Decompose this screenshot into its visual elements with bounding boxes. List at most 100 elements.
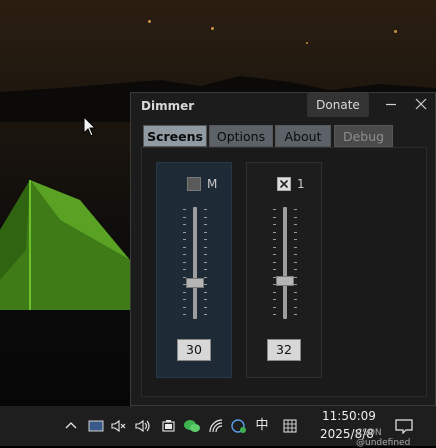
- wifi-icon[interactable]: [208, 418, 224, 434]
- tab-screens[interactable]: Screens: [143, 125, 207, 147]
- slider-tick: [204, 284, 207, 285]
- display-icon[interactable]: [88, 418, 104, 434]
- wechat-icon[interactable]: [182, 418, 202, 434]
- slider-tick: [183, 231, 186, 233]
- slider-tick: [183, 216, 186, 218]
- slider-thumb[interactable]: [186, 278, 204, 289]
- battery-icon[interactable]: [160, 418, 176, 434]
- slider-tick: [204, 261, 207, 263]
- taskbar: 中 11:50:09 2025/8/8 CSDN @undefined: [0, 406, 436, 448]
- slider-tick: [294, 254, 297, 255]
- slider-tick: [183, 254, 186, 255]
- slider-tick: [183, 269, 186, 270]
- screen-card-m[interactable]: M 30: [156, 162, 232, 378]
- slider-tick: [273, 314, 276, 315]
- star: [306, 42, 308, 44]
- tab-about[interactable]: About: [275, 125, 331, 147]
- screen-checkbox[interactable]: [187, 177, 201, 191]
- slider-tick: [183, 224, 186, 225]
- slider-tick: [183, 261, 186, 263]
- slider-tick: [273, 246, 276, 248]
- tab-debug[interactable]: Debug: [334, 125, 393, 147]
- mouse-cursor-icon: [83, 116, 97, 137]
- minimize-icon[interactable]: [383, 96, 399, 112]
- slider-tick: [204, 246, 207, 248]
- slider-tick: [294, 314, 297, 315]
- slider-tick: [204, 291, 207, 293]
- speaker-icon[interactable]: [110, 418, 128, 434]
- network-globe-icon[interactable]: [230, 418, 248, 434]
- screen-label: M: [207, 177, 218, 191]
- slider-tick: [273, 216, 276, 218]
- brightness-value[interactable]: 30: [177, 339, 211, 361]
- window-titlebar[interactable]: Dimmer Donate: [131, 93, 435, 119]
- slider-tick: [204, 306, 207, 308]
- slider-tick: [183, 299, 186, 300]
- brightness-slider[interactable]: [247, 207, 323, 327]
- slider-tick: [273, 254, 276, 255]
- slider-tick: [273, 269, 276, 270]
- star: [394, 30, 397, 33]
- slider-tick: [294, 246, 297, 248]
- slider-tick: [294, 216, 297, 218]
- window-title: Dimmer: [141, 99, 195, 113]
- slider-tick: [294, 299, 297, 300]
- slider-tick: [273, 299, 276, 300]
- slider-tick: [204, 276, 207, 278]
- slider-tick: [204, 224, 207, 225]
- ime-chinese-icon[interactable]: 中: [254, 418, 270, 434]
- slider-tick: [273, 261, 276, 263]
- slider-tick: [273, 224, 276, 225]
- slider-tick: [273, 239, 276, 240]
- screen-checkbox-checked[interactable]: [277, 177, 291, 191]
- slider-tick: [183, 314, 186, 315]
- slider-tick: [273, 209, 276, 210]
- star: [148, 20, 151, 23]
- slider-track[interactable]: [283, 207, 287, 319]
- slider-tick: [204, 239, 207, 240]
- slider-tick: [294, 291, 297, 293]
- dimmer-window: Dimmer Donate Screens Options About Debu…: [130, 92, 436, 406]
- screen-card-1[interactable]: 1 32: [246, 162, 322, 378]
- slider-tick: [183, 291, 186, 293]
- notification-icon[interactable]: [394, 418, 414, 434]
- brightness-slider[interactable]: [157, 207, 233, 327]
- slider-tick: [294, 276, 297, 278]
- slider-tick: [204, 216, 207, 218]
- ime-grid-icon[interactable]: [282, 418, 298, 434]
- slider-tick: [204, 254, 207, 255]
- checkmark-x-icon: [279, 179, 289, 189]
- slider-tick: [204, 314, 207, 315]
- slider-thumb[interactable]: [276, 276, 294, 287]
- slider-tick: [294, 239, 297, 240]
- slider-tick: [273, 306, 276, 308]
- slider-tick: [204, 209, 207, 210]
- slider-tick: [204, 269, 207, 270]
- slider-tick: [183, 209, 186, 210]
- close-icon[interactable]: [413, 96, 429, 112]
- slider-tick: [294, 284, 297, 285]
- slider-tick: [273, 231, 276, 233]
- chevron-up-icon[interactable]: [64, 418, 78, 434]
- slider-tick: [183, 276, 186, 278]
- slider-tick: [183, 306, 186, 308]
- slider-tick: [204, 299, 207, 300]
- slider-tick: [294, 261, 297, 263]
- slider-track[interactable]: [193, 207, 197, 319]
- slider-tick: [294, 209, 297, 210]
- clock-time[interactable]: 11:50:09: [322, 409, 376, 423]
- slider-tick: [183, 239, 186, 240]
- screens-panel: M 30 1 32: [141, 147, 427, 397]
- screen-label: 1: [297, 177, 305, 191]
- slider-tick: [294, 269, 297, 270]
- donate-button[interactable]: Donate: [307, 93, 369, 117]
- slider-tick: [294, 306, 297, 308]
- volume-icon[interactable]: [134, 418, 152, 434]
- brightness-value[interactable]: 32: [267, 339, 301, 361]
- slider-tick: [204, 231, 207, 233]
- slider-tick: [183, 246, 186, 248]
- slider-tick: [294, 224, 297, 225]
- star: [211, 27, 214, 30]
- slider-tick: [273, 291, 276, 293]
- tab-options[interactable]: Options: [209, 125, 273, 147]
